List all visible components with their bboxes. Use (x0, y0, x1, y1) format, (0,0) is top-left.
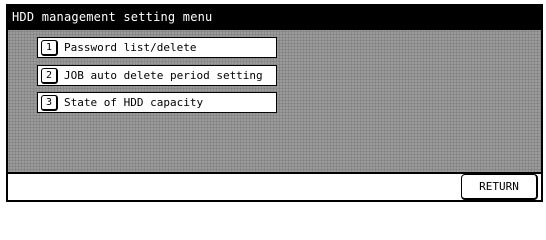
menu-number-key: 2 (41, 67, 58, 84)
page-title: HDD management setting menu (6, 4, 543, 30)
hdd-capacity-state-button[interactable]: 3 State of HDD capacity (37, 92, 277, 113)
job-auto-delete-period-button[interactable]: 2 JOB auto delete period setting (37, 65, 277, 86)
menu-item-label: JOB auto delete period setting (64, 69, 263, 82)
return-button[interactable]: RETURN (461, 174, 538, 200)
menu-number-key: 3 (41, 94, 58, 111)
menu-item-label: State of HDD capacity (64, 96, 204, 109)
menu-item-label: Password list/delete (64, 41, 197, 54)
password-list-delete-button[interactable]: 1 Password list/delete (37, 37, 277, 58)
hdd-management-screen: HDD management setting menu 1 Password l… (0, 0, 546, 206)
menu-number-key: 1 (41, 39, 58, 56)
menu-panel: 1 Password list/delete 2 JOB auto delete… (6, 30, 543, 172)
